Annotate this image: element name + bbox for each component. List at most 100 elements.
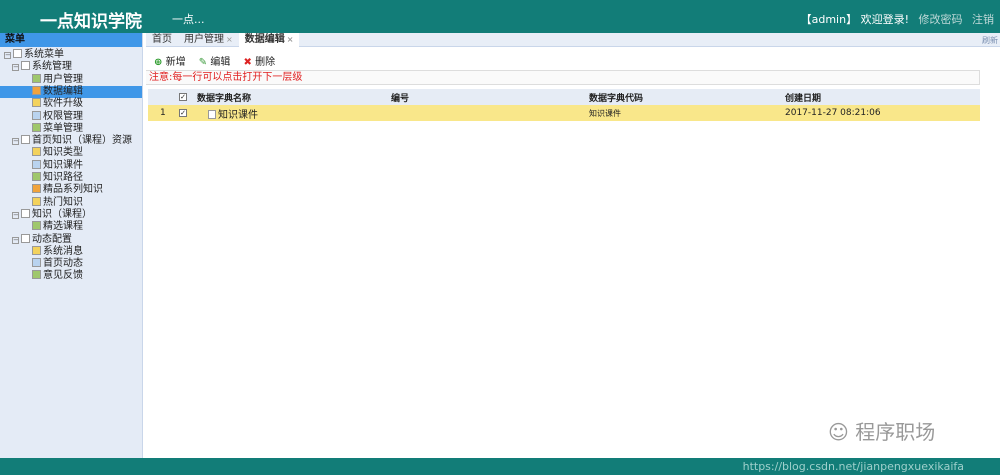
page-icon: [32, 73, 41, 83]
menu-item-label: 软件升级: [43, 98, 83, 110]
row-number-header: [148, 89, 176, 105]
tab-label: 用户管理: [184, 34, 224, 45]
menu-item[interactable]: 意见反馈: [32, 270, 83, 282]
watermark: ☺ 程序职场: [828, 416, 935, 445]
refresh-button[interactable]: 刷新: [982, 35, 998, 46]
menu-item-label: 系统菜单: [24, 49, 64, 60]
page-icon: [32, 98, 41, 108]
change-password-link[interactable]: 修改密码: [919, 13, 963, 26]
page-icon: [32, 85, 41, 95]
col-code[interactable]: 编号: [388, 89, 586, 105]
footer: https://blog.csdn.net/jianpengxuexikaifa: [0, 458, 1000, 475]
collapse-icon[interactable]: −: [12, 211, 19, 219]
row-checkbox[interactable]: ✓: [176, 105, 194, 121]
delete-x-icon: ✖: [243, 57, 252, 68]
folder-icon: [21, 233, 30, 243]
page-icon: [32, 258, 41, 268]
menu-item[interactable]: 首页动态: [32, 258, 83, 270]
collapse-icon[interactable]: −: [12, 64, 19, 72]
col-created[interactable]: 创建日期: [782, 89, 980, 105]
delete-button[interactable]: ✖ 删除: [244, 57, 276, 68]
menu-item-label: 首页动态: [43, 258, 83, 270]
menu-item[interactable]: 软件升级: [32, 98, 83, 110]
toolbar: ⊕ 新增 ✎ 编辑 ✖ 删除: [154, 53, 285, 68]
col-name[interactable]: 数据字典名称: [194, 89, 388, 105]
folder-icon: [21, 61, 30, 71]
menu-item[interactable]: 知识路径: [32, 172, 83, 184]
row-name[interactable]: 知识课件: [194, 105, 388, 121]
menu-item[interactable]: 知识类型: [32, 147, 83, 159]
menu-item-label: 意见反馈: [43, 270, 83, 282]
wechat-icon: ☺: [828, 420, 849, 444]
file-icon: [208, 109, 216, 119]
menu-item-label: 系统管理: [32, 61, 72, 73]
menu-item-label: 权限管理: [43, 110, 83, 122]
folder-icon: [13, 49, 22, 58]
collapse-icon[interactable]: −: [12, 236, 19, 244]
page-icon: [32, 122, 41, 132]
col-dict-code[interactable]: 数据字典代码: [586, 89, 782, 105]
tab-label: 数据编辑: [244, 34, 285, 45]
row-created: 2017-11-27 08:21:06: [782, 105, 980, 121]
menu-item[interactable]: 精选课程: [32, 221, 83, 233]
pencil-icon: ✎: [198, 57, 208, 68]
page-icon: [32, 172, 41, 181]
menu-item[interactable]: − 系统菜单: [4, 49, 64, 61]
menu-item[interactable]: 热门知识: [32, 196, 83, 209]
menu-item-label: 动态配置: [32, 233, 72, 245]
menu-item[interactable]: 用户管理: [32, 73, 83, 86]
tab-data-edit[interactable]: 数据编辑 ×: [238, 33, 300, 47]
plus-icon: ⊕: [154, 57, 163, 68]
menu-item[interactable]: 菜单管理: [32, 122, 83, 135]
menu-item[interactable]: 系统消息: [32, 245, 83, 258]
menu-item[interactable]: 权限管理: [32, 110, 83, 123]
menu-item-label: 精选课程: [43, 221, 83, 233]
menu-item[interactable]: − 系统管理: [12, 61, 72, 73]
collapse-icon[interactable]: −: [12, 138, 19, 146]
menu-item-label: 首页知识（课程）资源: [32, 135, 132, 147]
table-row[interactable]: 1 ✓ 知识课件 知识课件 2017-11-27 08:21:06: [148, 105, 980, 121]
logout-link[interactable]: 注销: [972, 13, 994, 26]
add-button[interactable]: ⊕ 新增: [154, 57, 186, 68]
menu-item-label: 知识类型: [43, 147, 83, 159]
menu-item-label: 热门知识: [43, 196, 83, 208]
menu-item[interactable]: 精品系列知识: [32, 184, 103, 196]
app-title: 一点知识学院: [40, 12, 142, 32]
page-icon: [32, 270, 41, 280]
menu-item[interactable]: − 知识（课程）: [12, 208, 92, 221]
select-all-checkbox[interactable]: ✓: [176, 89, 194, 105]
sidebar-title: 菜单: [0, 33, 142, 47]
tab-home[interactable]: 首页: [146, 33, 178, 47]
add-label: 新增: [165, 57, 186, 68]
table-header: ✓ 数据字典名称 编号 数据字典代码 创建日期: [148, 89, 980, 105]
row-dict-code: 知识课件: [586, 105, 782, 121]
welcome-text: 欢迎登录!: [860, 13, 909, 26]
edit-button[interactable]: ✎ 编辑: [199, 57, 231, 68]
page-icon: [32, 184, 41, 194]
row-index: 1: [148, 105, 176, 121]
menu-item-label: 数据编辑: [43, 85, 83, 97]
menu-item-label: 知识课件: [43, 159, 83, 171]
footer-url: https://blog.csdn.net/jianpengxuexikaifa: [742, 460, 964, 473]
user-area: 【admin】 欢迎登录! 修改密码 注销: [801, 11, 994, 27]
row-code: [388, 105, 586, 121]
page-icon: [32, 245, 41, 255]
page-icon: [32, 147, 41, 157]
menu-item[interactable]: 数据编辑: [0, 85, 142, 98]
watermark-text: 程序职场: [855, 420, 936, 444]
top-header: 一点知识学院 一点... 【admin】 欢迎登录! 修改密码 注销: [0, 0, 1000, 33]
menu-item[interactable]: − 首页知识（课程）资源: [12, 135, 132, 147]
username: 【admin】: [800, 13, 858, 26]
delete-label: 删除: [255, 57, 276, 68]
close-icon[interactable]: ×: [287, 35, 294, 44]
menu-item[interactable]: 知识课件: [32, 159, 83, 172]
notice-text: 注意:每一行可以点击打开下一层级: [146, 70, 980, 85]
tab-bar: 首页 用户管理 × 数据编辑 × 刷新: [146, 33, 1000, 47]
page-icon: [32, 221, 41, 231]
menu-item[interactable]: − 动态配置: [12, 233, 72, 246]
page-icon: [32, 159, 41, 169]
tab-user-management[interactable]: 用户管理 ×: [178, 33, 239, 47]
menu-item-label: 精品系列知识: [43, 184, 103, 196]
collapse-icon[interactable]: −: [4, 52, 11, 59]
close-icon[interactable]: ×: [226, 35, 233, 44]
